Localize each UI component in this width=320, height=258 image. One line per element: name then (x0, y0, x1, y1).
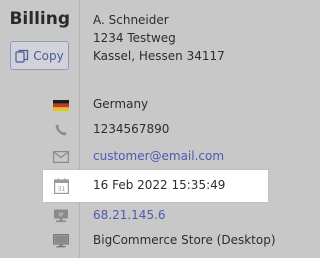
ip-row: IP 68.21.145.6 (0, 204, 268, 228)
date-value: 16 Feb 2022 15:35:49 (93, 178, 226, 192)
store-row: BigCommerce Store (Desktop) (0, 229, 276, 253)
copy-button[interactable]: Copy (10, 41, 69, 70)
country-row: Germany (0, 93, 268, 117)
phone-value: 1234567890 (93, 122, 170, 136)
copy-button-label: Copy (33, 48, 64, 63)
calendar-icon: 31 (52, 177, 70, 195)
envelope-icon (52, 148, 70, 166)
germany-flag-icon (52, 96, 70, 114)
svg-text:31: 31 (57, 185, 65, 193)
copy-icon (15, 49, 29, 63)
address-city: Kassel, Hessen 34117 (93, 49, 225, 63)
date-row: 31 16 Feb 2022 15:35:49 (43, 170, 268, 202)
svg-text:IP: IP (59, 213, 65, 219)
email-link[interactable]: customer@email.com (93, 149, 224, 163)
country-value: Germany (93, 97, 149, 111)
phone-icon (52, 121, 70, 139)
phone-row: 1234567890 (0, 118, 268, 142)
address-street: 1234 Testweg (93, 31, 176, 45)
desktop-monitor-icon (52, 232, 70, 250)
section-title: Billing (9, 9, 70, 29)
email-row: customer@email.com (0, 145, 268, 169)
store-value: BigCommerce Store (Desktop) (93, 233, 276, 247)
ip-address-icon: IP (52, 207, 70, 225)
ip-link[interactable]: 68.21.145.6 (93, 208, 166, 222)
address-name: A. Schneider (93, 13, 169, 27)
